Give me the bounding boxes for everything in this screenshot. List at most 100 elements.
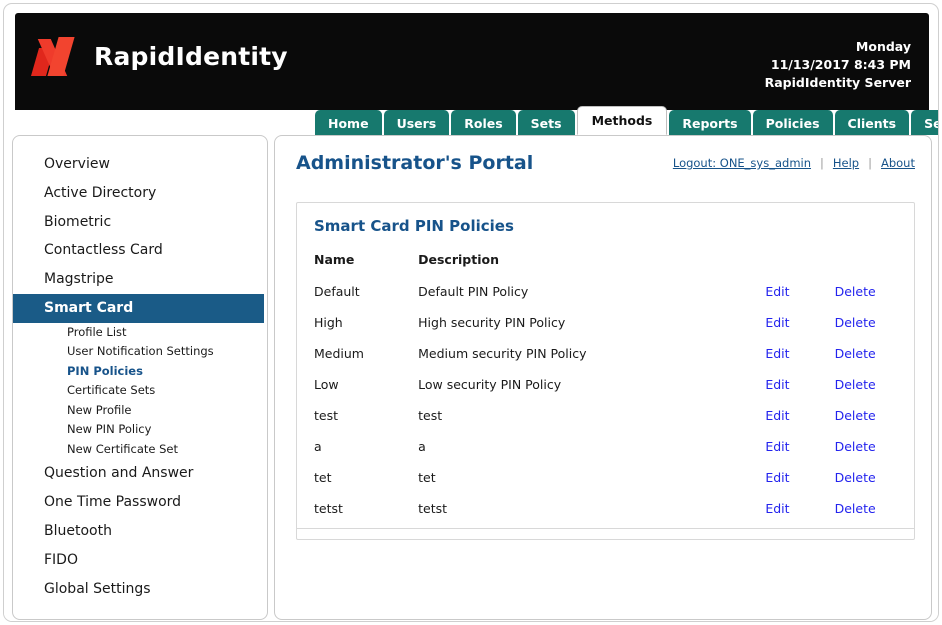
link-separator-1: | (820, 156, 824, 170)
tab-sets[interactable]: Sets (517, 110, 575, 135)
body-area: Overview Active Directory Biometric Contact… (4, 135, 938, 621)
edit-link[interactable]: Edit (765, 501, 789, 516)
cell-delete-action: Delete (835, 369, 914, 400)
table-header-row: Name Description (297, 249, 914, 276)
cell-edit-action: Edit (765, 338, 834, 369)
delete-link[interactable]: Delete (835, 470, 876, 485)
sidebar-subitem-profile-list[interactable]: Profile List (13, 323, 267, 343)
main-content-panel: Administrator's Portal Logout: ONE_sys_a… (274, 135, 932, 620)
cell-edit-action: Edit (765, 276, 834, 307)
table-row: Medium Medium security PIN Policy Edit Dele… (297, 338, 914, 369)
cell-edit-action: Edit (765, 431, 834, 462)
delete-link[interactable]: Delete (835, 315, 876, 330)
cell-policy-name: Medium (314, 346, 364, 361)
tab-roles[interactable]: Roles (451, 110, 516, 135)
sidebar-item-contactless-card[interactable]: Contactless Card (13, 236, 267, 265)
cell-edit-action: Edit (765, 400, 834, 431)
tab-reports[interactable]: Reports (669, 110, 751, 135)
cell-delete-action: Delete (835, 493, 914, 524)
edit-link[interactable]: Edit (765, 439, 789, 454)
column-header-name: Name (314, 252, 355, 267)
delete-link[interactable]: Delete (835, 408, 876, 423)
cell-policy-description: High security PIN Policy (418, 315, 566, 330)
edit-link[interactable]: Edit (765, 470, 789, 485)
delete-link[interactable]: Delete (835, 501, 876, 516)
table-row: test test Edit Delete (297, 400, 914, 431)
sidebar-item-magstripe[interactable]: Magstripe (13, 265, 267, 294)
edit-link[interactable]: Edit (765, 377, 789, 392)
server-info: Monday 11/13/2017 8:43 PM RapidIdentity … (765, 38, 911, 92)
sidebar-item-smart-card[interactable]: Smart Card (13, 293, 264, 323)
cell-policy-name: test (314, 408, 339, 423)
help-link[interactable]: Help (833, 156, 859, 170)
brand: RapidIdentity (30, 37, 288, 76)
edit-link[interactable]: Edit (765, 315, 789, 330)
sidebar-item-overview[interactable]: Overview (13, 150, 267, 179)
cell-delete-action: Delete (835, 276, 914, 307)
delete-link[interactable]: Delete (835, 346, 876, 361)
tab-home[interactable]: Home (315, 110, 382, 135)
sidebar-item-active-directory[interactable]: Active Directory (13, 179, 267, 208)
sidebar-subitem-certificate-sets[interactable]: Certificate Sets (13, 381, 267, 401)
page-title: Administrator's Portal (296, 152, 534, 174)
cell-edit-action: Edit (765, 462, 834, 493)
sidebar-subitem-user-notification-settings[interactable]: User Notification Settings (13, 342, 267, 362)
table-row: a a Edit Delete (297, 431, 914, 462)
cell-policy-name: tet (314, 470, 332, 485)
cell-policy-name: tetst (314, 501, 343, 516)
about-link[interactable]: About (881, 156, 915, 170)
cell-edit-action: Edit (765, 493, 834, 524)
delete-link[interactable]: Delete (835, 439, 876, 454)
masthead: RapidIdentity Monday 11/13/2017 8:43 PM … (15, 13, 929, 110)
edit-link[interactable]: Edit (765, 346, 789, 361)
rapididentity-logo-icon (30, 37, 80, 76)
top-links: Logout: ONE_sys_admin | Help | About (673, 156, 915, 170)
cell-edit-action: Edit (765, 307, 834, 338)
cell-policy-name: a (314, 439, 322, 454)
sidebar-item-question-and-answer[interactable]: Question and Answer (13, 459, 267, 488)
table-head: Name Description (297, 249, 914, 276)
cell-policy-name: Low (314, 377, 339, 392)
table-bottom-rule (297, 528, 914, 529)
delete-link[interactable]: Delete (835, 284, 876, 299)
pin-policies-table: Name Description Default Default PIN Poli… (297, 249, 914, 524)
tab-users[interactable]: Users (383, 110, 450, 135)
tab-policies[interactable]: Policies (752, 110, 833, 135)
cell-delete-action: Delete (835, 400, 914, 431)
cell-policy-description: tet (418, 470, 436, 485)
cell-policy-description: Default PIN Policy (418, 284, 529, 299)
brand-name: RapidIdentity (94, 42, 288, 71)
sidebar-subitem-new-profile[interactable]: New Profile (13, 401, 267, 421)
column-header-edit (765, 249, 834, 276)
sidebar-item-global-settings[interactable]: Global Settings (13, 575, 267, 604)
cell-policy-description: test (418, 408, 443, 423)
edit-link[interactable]: Edit (765, 284, 789, 299)
main-tab-bar: Home Users Roles Sets Methods Reports Policies… (315, 106, 938, 135)
cell-policy-description: Low security PIN Policy (418, 377, 562, 392)
tab-settings[interactable]: Settings (911, 110, 938, 135)
cell-delete-action: Delete (835, 462, 914, 493)
edit-link[interactable]: Edit (765, 408, 789, 423)
link-separator-2: | (868, 156, 872, 170)
cell-policy-name: Default (314, 284, 360, 299)
sidebar-item-fido[interactable]: FIDO (13, 546, 267, 575)
cell-policy-description: Medium security PIN Policy (418, 346, 587, 361)
table-row: High High security PIN Policy Edit Delete (297, 307, 914, 338)
cell-edit-action: Edit (765, 369, 834, 400)
pin-policies-card: Smart Card PIN Policies Name Description… (296, 202, 915, 540)
sidebar-subitem-new-certificate-set[interactable]: New Certificate Set (13, 440, 267, 460)
sidebar-item-biometric[interactable]: Biometric (13, 208, 267, 237)
table-row: Default Default PIN Policy Edit Delete (297, 276, 914, 307)
sidebar-item-bluetooth[interactable]: Bluetooth (13, 517, 267, 546)
tab-methods[interactable]: Methods (576, 106, 668, 135)
table-row: Low Low security PIN Policy Edit Delete (297, 369, 914, 400)
sidebar-item-one-time-password[interactable]: One Time Password (13, 488, 267, 517)
logout-link[interactable]: Logout: ONE_sys_admin (673, 156, 811, 170)
tab-clients[interactable]: Clients (834, 110, 910, 135)
sidebar-subitem-new-pin-policy[interactable]: New PIN Policy (13, 420, 267, 440)
table-body: Default Default PIN Policy Edit Delete High H… (297, 276, 914, 524)
sidebar-subitem-pin-policies[interactable]: PIN Policies (13, 362, 267, 382)
cell-policy-name: High (314, 315, 343, 330)
delete-link[interactable]: Delete (835, 377, 876, 392)
server-info-name: RapidIdentity Server (764, 75, 911, 91)
